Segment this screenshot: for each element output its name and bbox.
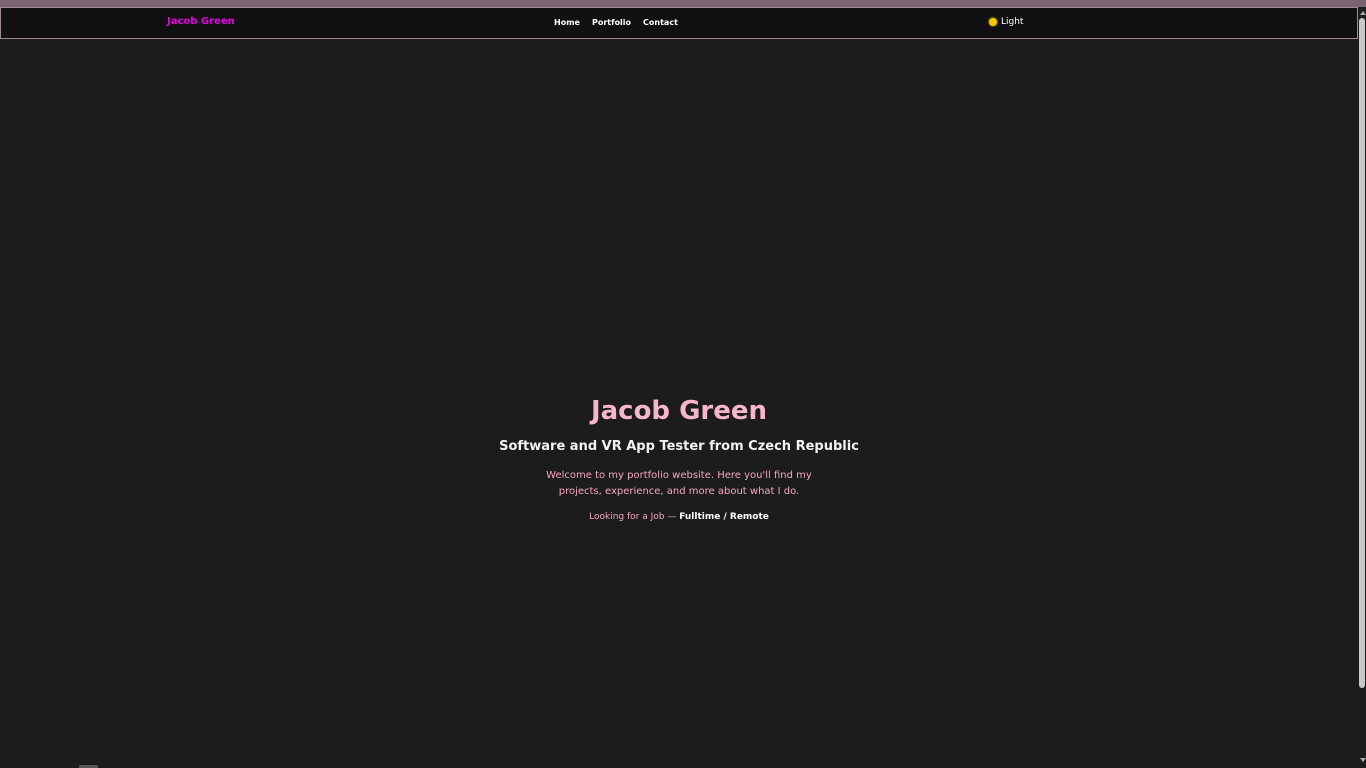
job-status: Looking for a Job — Fulltime / Remote [0, 512, 1358, 522]
nav-link-home[interactable]: Home [554, 18, 580, 27]
theme-toggle-label: Light [1001, 17, 1024, 27]
nav-link-contact[interactable]: Contact [643, 18, 678, 27]
hero-welcome-text: Welcome to my portfolio website. Here yo… [546, 470, 812, 497]
scroll-up-arrow-icon[interactable] [1360, 11, 1366, 15]
nav-links: Home Portfolio Contact [554, 18, 678, 27]
navbar: Jacob Green Home Portfolio Contact Light [0, 7, 1358, 39]
hero-name: Jacob Green [590, 396, 768, 426]
brand-link[interactable]: Jacob Green [167, 16, 235, 27]
hero-subtitle: Software and VR App Tester from Czech Re… [499, 439, 859, 454]
window-top-strip [0, 0, 1366, 7]
job-status-prefix: Looking for a Job — [589, 512, 680, 522]
nav-link-portfolio[interactable]: Portfolio [592, 18, 631, 27]
scrollbar-thumb[interactable] [1359, 18, 1365, 688]
theme-toggle-button[interactable]: Light [989, 17, 1023, 27]
sun-icon [989, 18, 997, 26]
hero-section: Jacob Green Software and VR App Tester f… [0, 396, 1358, 522]
scroll-down-arrow-icon[interactable] [1360, 758, 1366, 762]
job-type: Fulltime / Remote [679, 512, 769, 522]
